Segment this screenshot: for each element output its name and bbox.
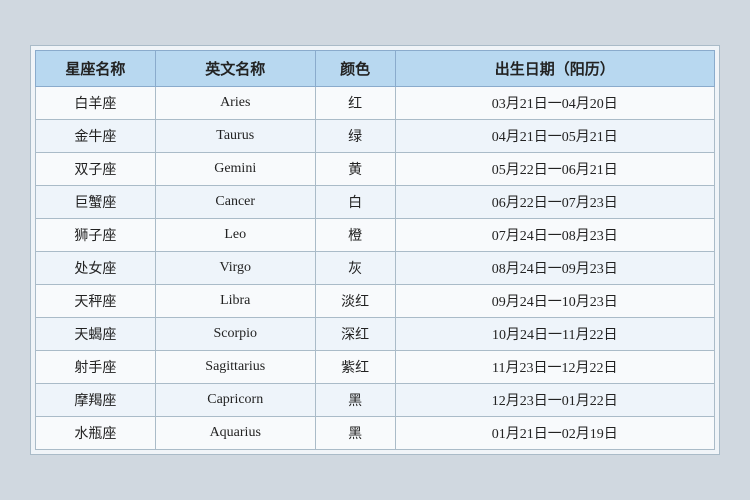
table-row: 水瓶座Aquarius黑01月21日一02月19日 <box>36 417 715 450</box>
cell-cn: 双子座 <box>36 153 156 186</box>
table-row: 摩羯座Capricorn黑12月23日一01月22日 <box>36 384 715 417</box>
cell-color: 红 <box>315 87 395 120</box>
cell-cn: 射手座 <box>36 351 156 384</box>
cell-cn: 天秤座 <box>36 285 156 318</box>
cell-color: 深红 <box>315 318 395 351</box>
cell-date: 11月23日一12月22日 <box>395 351 714 384</box>
zodiac-table: 星座名称 英文名称 颜色 出生日期（阳历） 白羊座Aries红03月21日一04… <box>35 50 715 450</box>
cell-cn: 白羊座 <box>36 87 156 120</box>
cell-date: 12月23日一01月22日 <box>395 384 714 417</box>
cell-color: 黄 <box>315 153 395 186</box>
cell-en: Aquarius <box>155 417 315 450</box>
cell-date: 07月24日一08月23日 <box>395 219 714 252</box>
cell-en: Sagittarius <box>155 351 315 384</box>
cell-date: 01月21日一02月19日 <box>395 417 714 450</box>
cell-cn: 摩羯座 <box>36 384 156 417</box>
cell-date: 08月24日一09月23日 <box>395 252 714 285</box>
header-cn: 星座名称 <box>36 51 156 87</box>
cell-cn: 巨蟹座 <box>36 186 156 219</box>
cell-color: 黑 <box>315 384 395 417</box>
cell-date: 03月21日一04月20日 <box>395 87 714 120</box>
cell-date: 09月24日一10月23日 <box>395 285 714 318</box>
cell-cn: 水瓶座 <box>36 417 156 450</box>
cell-en: Scorpio <box>155 318 315 351</box>
table-row: 天蝎座Scorpio深红10月24日一11月22日 <box>36 318 715 351</box>
cell-cn: 狮子座 <box>36 219 156 252</box>
cell-en: Gemini <box>155 153 315 186</box>
cell-color: 紫红 <box>315 351 395 384</box>
table-row: 射手座Sagittarius紫红11月23日一12月22日 <box>36 351 715 384</box>
cell-en: Aries <box>155 87 315 120</box>
cell-color: 橙 <box>315 219 395 252</box>
table-row: 狮子座Leo橙07月24日一08月23日 <box>36 219 715 252</box>
zodiac-table-container: 星座名称 英文名称 颜色 出生日期（阳历） 白羊座Aries红03月21日一04… <box>30 45 720 455</box>
cell-color: 白 <box>315 186 395 219</box>
header-date: 出生日期（阳历） <box>395 51 714 87</box>
table-row: 金牛座Taurus绿04月21日一05月21日 <box>36 120 715 153</box>
cell-color: 黑 <box>315 417 395 450</box>
cell-en: Leo <box>155 219 315 252</box>
header-color: 颜色 <box>315 51 395 87</box>
cell-en: Virgo <box>155 252 315 285</box>
cell-cn: 金牛座 <box>36 120 156 153</box>
cell-date: 05月22日一06月21日 <box>395 153 714 186</box>
table-row: 天秤座Libra淡红09月24日一10月23日 <box>36 285 715 318</box>
table-row: 巨蟹座Cancer白06月22日一07月23日 <box>36 186 715 219</box>
cell-en: Cancer <box>155 186 315 219</box>
cell-date: 06月22日一07月23日 <box>395 186 714 219</box>
cell-color: 灰 <box>315 252 395 285</box>
cell-en: Libra <box>155 285 315 318</box>
table-row: 白羊座Aries红03月21日一04月20日 <box>36 87 715 120</box>
cell-date: 04月21日一05月21日 <box>395 120 714 153</box>
cell-cn: 处女座 <box>36 252 156 285</box>
table-row: 处女座Virgo灰08月24日一09月23日 <box>36 252 715 285</box>
cell-en: Capricorn <box>155 384 315 417</box>
header-en: 英文名称 <box>155 51 315 87</box>
cell-color: 淡红 <box>315 285 395 318</box>
cell-color: 绿 <box>315 120 395 153</box>
cell-date: 10月24日一11月22日 <box>395 318 714 351</box>
cell-en: Taurus <box>155 120 315 153</box>
cell-cn: 天蝎座 <box>36 318 156 351</box>
table-row: 双子座Gemini黄05月22日一06月21日 <box>36 153 715 186</box>
